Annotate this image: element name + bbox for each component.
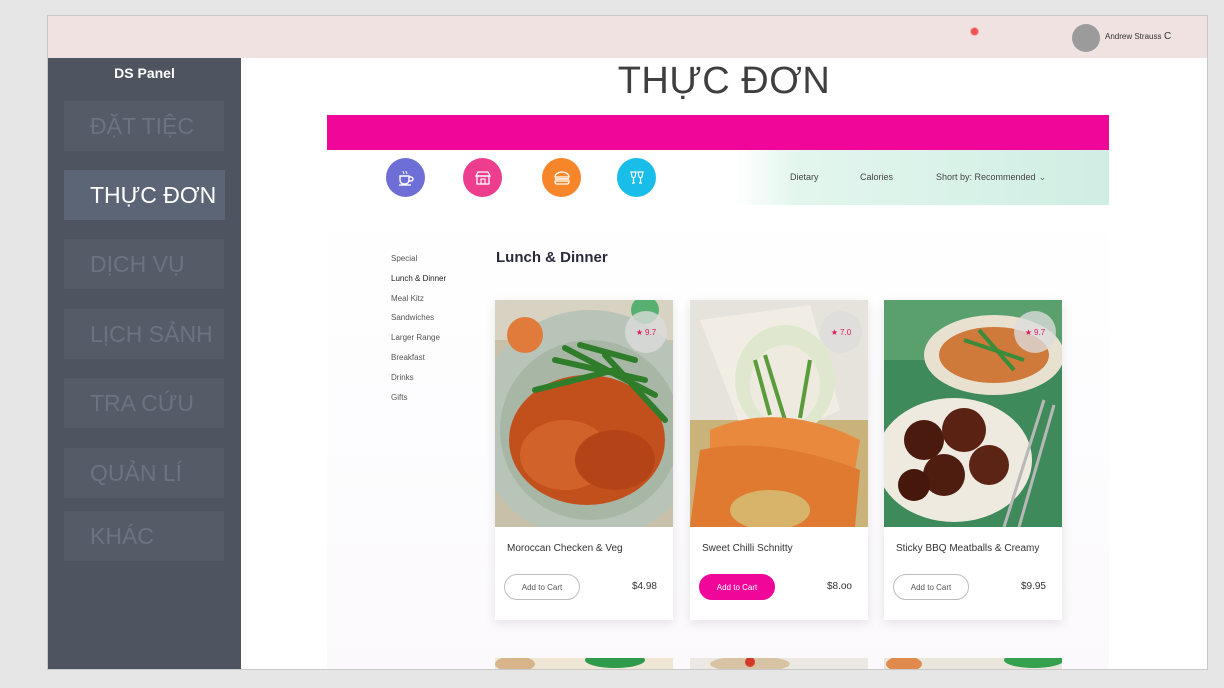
burger-icon[interactable] xyxy=(542,158,581,197)
notification-icon[interactable] xyxy=(971,28,978,35)
top-bar: Andrew Strauss C xyxy=(48,16,1207,58)
add-to-cart-button[interactable]: Add to Cart xyxy=(699,574,775,600)
filter-bar: Dietary Calories Short by: Recommended ⌄ xyxy=(327,150,1109,205)
sidebar-item-tra-cuu[interactable]: TRA CỨU xyxy=(64,378,224,428)
product-name: Sweet Chilli Schnitty xyxy=(702,543,793,554)
product-card[interactable] xyxy=(884,658,1062,669)
user-menu-caret[interactable]: C xyxy=(1164,31,1171,42)
product-price: $4.98 xyxy=(631,581,657,592)
dietary-filter[interactable]: Dietary xyxy=(790,172,819,182)
product-price: $8.oo xyxy=(826,581,852,592)
rating-badge: ★ 9.7 xyxy=(625,311,667,353)
rating-badge: ★ 9.7 xyxy=(1014,311,1056,353)
panel-title: DS Panel xyxy=(114,65,175,81)
product-name: Sticky BBQ Meatballs & Creamy xyxy=(896,543,1040,554)
section-title: Lunch & Dinner xyxy=(496,249,608,266)
product-card[interactable] xyxy=(690,658,868,669)
add-to-cart-button[interactable]: Add to Cart xyxy=(504,574,580,600)
avatar[interactable] xyxy=(1072,24,1100,52)
category-special[interactable]: Special xyxy=(391,254,446,274)
category-larger-range[interactable]: Larger Range xyxy=(391,333,446,353)
sidebar-item-quan-li[interactable]: QUẢN LÍ xyxy=(64,448,224,498)
product-card[interactable]: ★ 9.7 Moroccan Checken & Veg Add to Cart … xyxy=(495,300,673,620)
sort-dropdown[interactable]: Short by: Recommended ⌄ xyxy=(936,172,1046,183)
app-window: Andrew Strauss C DS Panel ĐẶT TIỆC THỰC … xyxy=(47,15,1208,670)
calories-filter[interactable]: Calories xyxy=(860,172,893,182)
sidebar-item-dat-tiec[interactable]: ĐẶT TIỆC xyxy=(64,101,224,151)
category-gifts[interactable]: Gifts xyxy=(391,393,446,413)
category-meal-kitz[interactable]: Meal Kitz xyxy=(391,294,446,314)
sidebar-item-lich-sanh[interactable]: LỊCH SẢNH xyxy=(64,309,224,359)
category-list: Special Lunch & Dinner Meal Kitz Sandwic… xyxy=(391,254,446,412)
sidebar-item-khac[interactable]: KHÁC xyxy=(64,511,224,561)
user-name[interactable]: Andrew Strauss xyxy=(1105,32,1161,41)
sidebar-item-dich-vu[interactable]: DỊCH VỤ xyxy=(64,239,224,289)
cheers-glasses-icon[interactable] xyxy=(617,158,656,197)
product-card[interactable] xyxy=(495,658,673,669)
product-card[interactable]: ★ 9.7 Sticky BBQ Meatballs & Creamy Add t… xyxy=(884,300,1062,620)
product-price: $9.95 xyxy=(1020,581,1046,592)
category-sandwiches[interactable]: Sandwiches xyxy=(391,313,446,333)
category-lunch-dinner[interactable]: Lunch & Dinner xyxy=(391,274,446,294)
add-to-cart-button[interactable]: Add to Cart xyxy=(893,574,969,600)
rating-badge: ★ 7.0 xyxy=(820,311,862,353)
store-icon[interactable] xyxy=(463,158,502,197)
category-breakfast[interactable]: Breakfast xyxy=(391,353,446,373)
sidebar: DS Panel ĐẶT TIỆC THỰC ĐƠN DỊCH VỤ LỊCH … xyxy=(48,58,241,669)
product-name: Moroccan Checken & Veg xyxy=(507,543,623,554)
star-icon: ★ xyxy=(830,327,839,337)
star-icon: ★ xyxy=(635,327,644,337)
sidebar-item-thuc-don[interactable]: THỰC ĐƠN xyxy=(64,170,225,220)
star-icon: ★ xyxy=(1024,327,1033,337)
promo-banner xyxy=(327,115,1109,150)
coffee-cup-icon[interactable] xyxy=(386,158,425,197)
page-title: THỰC ĐƠN xyxy=(617,60,831,102)
chevron-down-icon: ⌄ xyxy=(1038,172,1047,182)
category-drinks[interactable]: Drinks xyxy=(391,373,446,393)
product-card[interactable]: ★ 7.0 Sweet Chilli Schnitty Add to Cart $… xyxy=(690,300,868,620)
sort-label: Short by: Recommended xyxy=(936,172,1036,182)
main-content: THỰC ĐƠN Dietary Calories Short by: Reco… xyxy=(241,58,1207,669)
